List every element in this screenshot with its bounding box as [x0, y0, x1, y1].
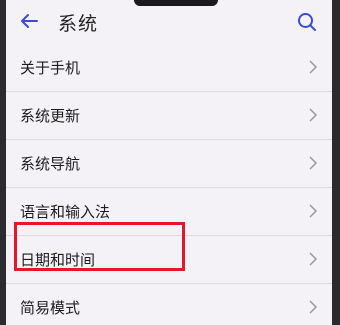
chevron-right-icon [309, 204, 318, 218]
chevron-right-icon [309, 252, 318, 266]
chevron-right-icon [309, 108, 318, 122]
highlight-box [14, 222, 185, 271]
menu-item-label: 系统导航 [20, 155, 81, 173]
settings-screen: 系统 关于手机 系统更新 系统导航 语言和输入法 日期和时间 简易模式 [6, 0, 332, 325]
menu-item-system-update[interactable]: 系统更新 [6, 92, 332, 140]
header-bar: 系统 [6, 0, 332, 44]
chevron-right-icon [309, 60, 318, 74]
menu-item-label: 系统更新 [20, 107, 81, 125]
chevron-right-icon [309, 300, 318, 314]
menu-item-simple-mode[interactable]: 简易模式 [6, 284, 332, 325]
settings-list: 关于手机 系统更新 系统导航 语言和输入法 日期和时间 简易模式 [6, 44, 332, 325]
menu-item-label: 关于手机 [20, 59, 81, 77]
back-arrow-icon[interactable] [18, 10, 40, 32]
menu-item-label: 语言和输入法 [20, 203, 111, 221]
chevron-right-icon [309, 156, 318, 170]
search-icon[interactable] [296, 11, 318, 33]
menu-item-about-phone[interactable]: 关于手机 [6, 44, 332, 92]
menu-item-label: 简易模式 [20, 299, 81, 317]
menu-item-system-navigation[interactable]: 系统导航 [6, 140, 332, 188]
page-title: 系统 [58, 13, 99, 35]
